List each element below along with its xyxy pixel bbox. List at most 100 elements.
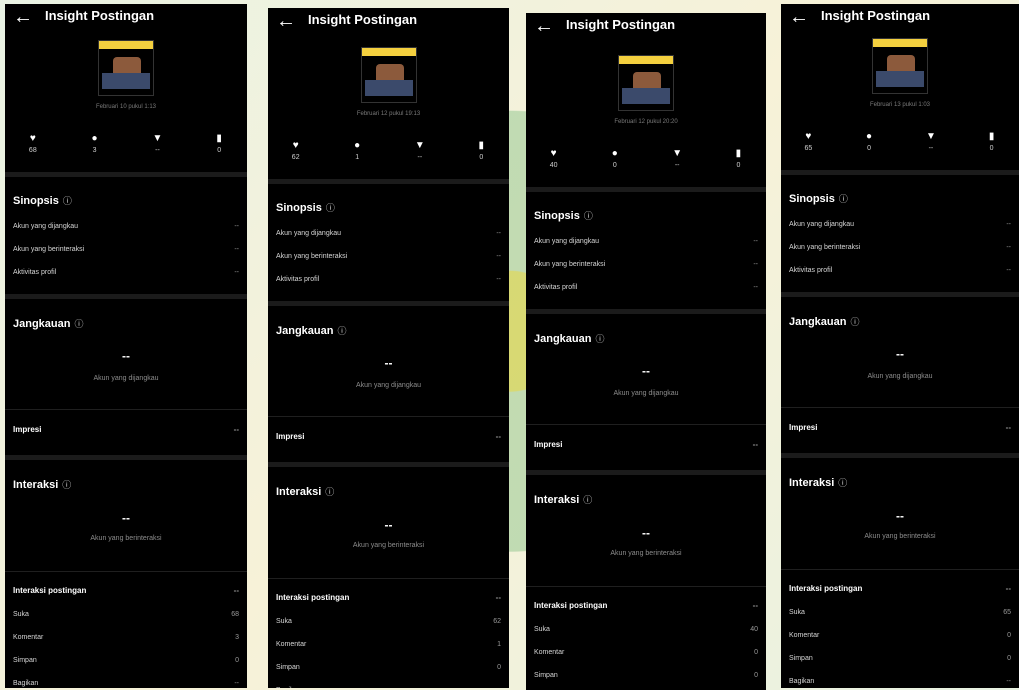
row-label: Akun yang berinteraksi	[534, 261, 606, 268]
interaction-row: Suka 68	[13, 611, 239, 623]
post-thumbnail[interactable]	[618, 55, 674, 111]
sinopsis-row: Akun yang berinteraksi --	[276, 253, 501, 265]
sinopsis-title: Sinopsis ⓘ	[276, 201, 335, 214]
row-value: --	[1006, 221, 1011, 228]
row-value: --	[753, 238, 758, 245]
sinopsis-title: Sinopsis ⓘ	[13, 194, 72, 207]
row-label: Akun yang dijangkau	[789, 221, 854, 228]
info-icon[interactable]: ⓘ	[325, 487, 334, 497]
stat-item: ♥ 62	[281, 140, 311, 161]
row-value: 0	[754, 649, 758, 656]
info-icon[interactable]: ⓘ	[838, 478, 847, 488]
row-divider	[526, 586, 766, 587]
sinopsis-row: Aktivitas profil --	[534, 284, 758, 296]
section-divider	[268, 301, 509, 306]
row-divider	[526, 424, 766, 425]
row-value: 68	[231, 611, 239, 618]
page-title: Insight Postingan	[308, 12, 418, 27]
interaksi-value: --	[384, 518, 393, 532]
info-icon[interactable]: ⓘ	[326, 203, 335, 213]
interaction-row: Bagikan --	[789, 678, 1011, 688]
stat-value: 0	[479, 154, 484, 161]
interaksi-postingan-row: Interaksi postingan --	[534, 601, 758, 613]
info-icon[interactable]: ⓘ	[850, 317, 859, 327]
row-value: --	[234, 680, 239, 687]
info-icon[interactable]: ⓘ	[595, 334, 604, 344]
sinopsis-row: Aktivitas profil --	[13, 269, 239, 281]
interaction-row: Suka 40	[534, 626, 758, 638]
jangkauan-caption: Akun yang dijangkau	[867, 373, 933, 380]
post-thumbnail[interactable]	[360, 47, 417, 103]
interaksi-caption: Akun yang berinteraksi	[352, 542, 425, 549]
info-icon[interactable]: ⓘ	[74, 319, 83, 329]
info-icon[interactable]: ⓘ	[584, 211, 593, 221]
stat-item: ♥ 65	[793, 131, 823, 152]
page-title: Insight Postingan	[566, 17, 676, 32]
row-value: --	[753, 261, 758, 268]
info-icon[interactable]: ⓘ	[63, 196, 72, 206]
row-label: Akun yang berinteraksi	[276, 253, 348, 260]
stat-item: ▼ --	[142, 133, 172, 154]
bookmark-icon: ▮	[216, 133, 222, 144]
share-icon: ▼	[152, 133, 163, 144]
back-arrow-icon[interactable]: ←	[789, 6, 809, 28]
interaksi-value: --	[642, 526, 650, 540]
stat-item: ● 0	[600, 148, 630, 169]
info-icon[interactable]: ⓘ	[583, 495, 592, 505]
interaksi-title: Interaksi ⓘ	[13, 478, 71, 491]
jangkauan-title: Jangkauan ⓘ	[276, 324, 346, 337]
row-label: Aktivitas profil	[13, 269, 57, 276]
back-arrow-icon[interactable]: ←	[13, 6, 33, 28]
stat-value: 0	[989, 145, 994, 152]
back-arrow-icon[interactable]: ←	[534, 15, 554, 37]
row-label: Akun yang berinteraksi	[13, 246, 85, 253]
row-label: Bagikan	[13, 680, 39, 687]
thumbnail-footer	[364, 80, 413, 96]
interaction-row: Komentar 0	[534, 649, 758, 661]
stat-value: --	[674, 162, 680, 169]
interaction-row: Komentar 1	[276, 641, 501, 653]
header: ← Insight Postingan	[526, 15, 766, 45]
stat-value: 68	[28, 147, 37, 154]
stat-item: ● 3	[80, 133, 110, 154]
row-label: Suka	[534, 626, 550, 633]
stat-value: 0	[217, 147, 222, 154]
jangkauan-title: Jangkauan ⓘ	[534, 332, 604, 345]
interaksi-caption: Akun yang berinteraksi	[610, 550, 682, 557]
row-label: Simpan	[534, 672, 558, 679]
row-label: Komentar	[13, 634, 44, 641]
interaction-row: Simpan 0	[13, 657, 239, 669]
row-value: 3	[235, 634, 239, 641]
impresi-value: --	[233, 425, 239, 434]
row-label: Aktivitas profil	[789, 267, 833, 274]
stat-item: ▼ --	[916, 131, 946, 152]
row-label: Suka	[13, 611, 29, 618]
row-label: Aktivitas profil	[534, 284, 578, 291]
info-icon[interactable]: ⓘ	[62, 480, 71, 490]
row-value: 0	[754, 672, 758, 679]
heart-icon: ♥	[805, 131, 812, 142]
heart-icon: ♥	[550, 148, 557, 159]
impresi-value: --	[1005, 423, 1011, 432]
row-label: Akun yang dijangkau	[534, 238, 599, 245]
row-label: Komentar	[276, 641, 307, 648]
sinopsis-row: Akun yang dijangkau --	[534, 238, 758, 250]
row-value: --	[496, 230, 501, 237]
row-value: 0	[1007, 655, 1011, 662]
info-icon[interactable]: ⓘ	[337, 326, 346, 336]
interaction-row: Suka 65	[789, 609, 1011, 621]
share-icon: ▼	[672, 148, 683, 159]
impresi-label: Impresi	[13, 425, 42, 434]
stat-value: 0	[867, 145, 871, 152]
header: ← Insight Postingan	[5, 6, 247, 36]
impresi-row: Impresi --	[789, 423, 1011, 435]
back-arrow-icon[interactable]: ←	[276, 10, 296, 32]
post-stats: ♥ 68 ● 3 ▼ -- ▮ 0	[5, 133, 247, 159]
stat-item: ▮ 0	[977, 131, 1007, 152]
row-value: --	[1006, 244, 1011, 251]
post-thumbnail[interactable]	[98, 40, 154, 96]
post-thumbnail[interactable]	[872, 38, 928, 94]
interaksi-value: --	[122, 511, 130, 525]
info-icon[interactable]: ⓘ	[839, 194, 848, 204]
comment-icon: ●	[354, 140, 361, 151]
